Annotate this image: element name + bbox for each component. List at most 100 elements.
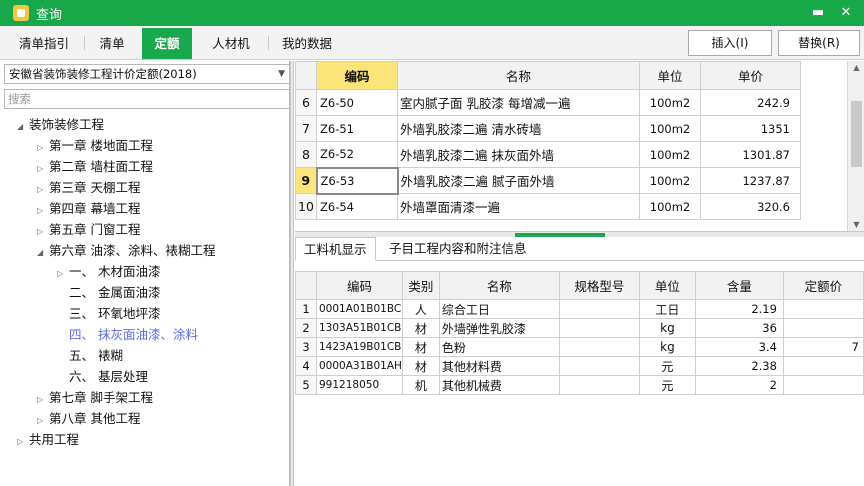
column-header-code[interactable]: 编码 [316,271,403,300]
table-row[interactable]: 4 0000A31B01AH 材 其他材料费 元 2.38 [295,356,864,376]
tab-bill[interactable]: 清单 [88,28,136,59]
tree-node-ch2[interactable]: ▷ 第二章 墙柱面工程 [37,157,153,177]
resource-type[interactable]: 材 [401,318,440,338]
column-header-type[interactable]: 类别 [401,271,440,300]
resource-spec[interactable] [558,337,640,357]
resource-quantity[interactable]: 2 [694,375,784,395]
resource-unit[interactable]: kg [638,337,696,357]
resource-name[interactable]: 色粉 [438,337,560,357]
quota-code[interactable]: Z6-54 [316,193,398,220]
quota-name[interactable]: 外墙罩面清漆一遍 [397,193,640,220]
column-header-code[interactable]: 编码 [316,61,398,90]
resource-code[interactable]: 1423A19B01CB [316,337,403,357]
table-row[interactable]: 3 1423A19B01CB 材 色粉 kg 3.4 7 [295,337,864,357]
expand-toggle-icon[interactable]: ▷ [37,222,49,242]
column-header-name[interactable]: 名称 [397,61,640,90]
expand-toggle-icon[interactable]: ▷ [37,138,49,158]
quota-price[interactable]: 1301.87 [700,141,801,168]
column-header-name[interactable]: 名称 [438,271,560,300]
quota-grid-scrollbar[interactable]: ▲ ▼ [847,61,864,231]
tree-node-ch6-3[interactable]: 三、 环氧地坪漆 [57,304,160,324]
tree-node-ch6-4-selected[interactable]: 四、 抹灰面油漆、涂料 [57,325,198,345]
column-header-unit[interactable]: 单位 [638,271,696,300]
quota-price[interactable]: 1237.87 [700,167,801,194]
column-header-spec[interactable]: 规格型号 [558,271,640,300]
tab-bill-guide[interactable]: 清单指引 [8,28,80,59]
quota-price[interactable]: 1351 [700,115,801,142]
resource-type[interactable]: 材 [401,356,440,376]
resource-spec[interactable] [558,318,640,338]
resource-name[interactable]: 综合工日 [438,299,560,319]
resource-type[interactable]: 人 [401,299,440,319]
table-row[interactable]: 6 Z6-50 室内腻子面 乳胶漆 每增减一遍 100m2 242.9 [295,89,801,116]
minimize-icon[interactable]: ▬ [808,3,828,23]
resource-price[interactable] [782,299,864,319]
resource-code[interactable]: 991218050 [316,375,403,395]
resource-code[interactable]: 0001A01B01BC [316,299,403,319]
resource-spec[interactable] [558,356,640,376]
quota-unit[interactable]: 100m2 [639,115,701,142]
quota-name[interactable]: 外墙乳胶漆二遍 抹灰面外墙 [397,141,640,168]
tree-node-ch3[interactable]: ▷ 第三章 天棚工程 [37,178,140,198]
quota-name[interactable]: 外墙乳胶漆二遍 腻子面外墙 [397,167,640,194]
quota-name[interactable]: 室内腻子面 乳胶漆 每增减一遍 [397,89,640,116]
resource-price[interactable] [782,318,864,338]
insert-button[interactable]: 插入(I) [688,30,772,56]
tree-node-decoration[interactable]: ◢ 装饰装修工程 [17,115,104,135]
quota-unit[interactable]: 100m2 [639,89,701,116]
tree-node-ch6-2[interactable]: 二、 金属面油漆 [57,283,160,303]
resource-unit[interactable]: kg [638,318,696,338]
tree-node-ch8[interactable]: ▷ 第八章 其他工程 [37,409,140,429]
resource-unit[interactable]: 工日 [638,299,696,319]
expand-toggle-icon[interactable]: ▷ [17,432,29,452]
quota-code[interactable]: Z6-53 [315,166,399,195]
tab-resource-display[interactable]: 工料机显示 [295,237,376,261]
tree-node-common[interactable]: ▷ 共用工程 [17,430,79,450]
expand-toggle-icon[interactable]: ▷ [37,390,49,410]
column-header-quota-price[interactable]: 定额价 [782,271,864,300]
expand-toggle-icon[interactable]: ◢ [17,117,29,137]
table-row-selected[interactable]: 9 Z6-53 外墙乳胶漆二遍 腻子面外墙 100m2 1237.87 [295,166,801,195]
table-row[interactable]: 10 Z6-54 外墙罩面清漆一遍 100m2 320.6 [295,193,801,220]
tree-node-ch5[interactable]: ▷ 第五章 门窗工程 [37,220,140,240]
quota-code[interactable]: Z6-50 [316,89,398,116]
quota-name[interactable]: 外墙乳胶漆二遍 清水砖墙 [397,115,640,142]
resource-type[interactable]: 机 [401,375,440,395]
tree-node-ch4[interactable]: ▷ 第四章 幕墙工程 [37,199,140,219]
resource-quantity[interactable]: 2.38 [694,356,784,376]
tree-node-ch7[interactable]: ▷ 第七章 脚手架工程 [37,388,153,408]
tree-node-ch1[interactable]: ▷ 第一章 楼地面工程 [37,136,153,156]
quota-library-select[interactable]: 安徽省装饰装修工程计价定额(2018) ▼ [4,64,290,84]
tab-work-content-notes[interactable]: 子目工程内容和附注信息 [381,237,535,261]
resource-quantity[interactable]: 3.4 [694,337,784,357]
resource-code[interactable]: 1303A51B01CB [316,318,403,338]
table-row[interactable]: 2 1303A51B01CB 材 外墙弹性乳胶漆 kg 36 [295,318,864,338]
chevron-down-icon[interactable]: ▼ [278,65,285,83]
resource-type[interactable]: 材 [401,337,440,357]
resource-name[interactable]: 其他材料费 [438,356,560,376]
tree-node-ch6-1[interactable]: ▷ 一、 木材面油漆 [57,262,160,282]
tab-labor-material-machine[interactable]: 人材机 [200,28,262,59]
expand-toggle-icon[interactable]: ▷ [57,264,69,284]
table-row[interactable]: 5 991218050 机 其他机械费 元 2 [295,375,864,395]
quota-unit[interactable]: 100m2 [639,167,701,194]
column-header-price[interactable]: 单价 [700,61,801,90]
quota-code[interactable]: Z6-51 [316,115,398,142]
resource-price[interactable] [782,356,864,376]
resource-name[interactable]: 外墙弹性乳胶漆 [438,318,560,338]
resource-name[interactable]: 其他机械费 [438,375,560,395]
scrollbar-thumb[interactable] [851,101,862,167]
expand-toggle-icon[interactable]: ▷ [37,180,49,200]
tree-node-ch6-5[interactable]: 五、 裱糊 [57,346,123,366]
expand-toggle-icon[interactable]: ◢ [37,243,49,263]
resource-quantity[interactable]: 36 [694,318,784,338]
quota-unit[interactable]: 100m2 [639,193,701,220]
expand-toggle-icon[interactable]: ▷ [37,411,49,431]
search-input[interactable]: 搜索 [4,89,290,109]
expand-toggle-icon[interactable]: ▷ [37,201,49,221]
close-icon[interactable]: ✕ [836,3,856,23]
resource-unit[interactable]: 元 [638,356,696,376]
tree-node-ch6-6[interactable]: 六、 基层处理 [57,367,148,387]
replace-button[interactable]: 替换(R) [778,30,860,56]
scroll-up-icon[interactable]: ▲ [848,63,864,72]
